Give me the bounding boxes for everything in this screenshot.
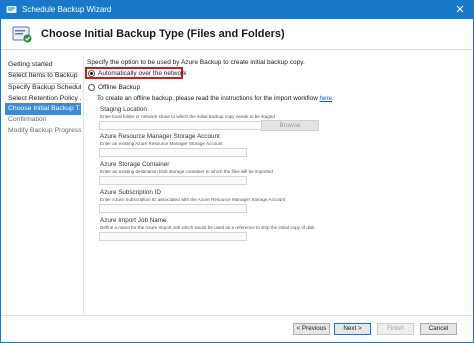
backup-app-icon	[6, 6, 17, 13]
storage-container-label: Azure Storage Container	[100, 161, 170, 168]
wizard-steps-sidebar: Getting started Select Items to Backup S…	[1, 55, 81, 315]
sidebar-border	[83, 55, 84, 315]
close-button[interactable]: ✕	[450, 1, 470, 19]
radio-button[interactable]	[88, 83, 95, 91]
sidebar-item-select-items[interactable]: Select Items to Backup	[5, 70, 81, 82]
browse-button: Browse	[261, 120, 319, 131]
offline-instructions: To create an offline backup, please read…	[97, 95, 334, 102]
radio-button-selected[interactable]	[88, 69, 95, 77]
footer-divider	[1, 315, 473, 316]
import-job-name-input[interactable]	[99, 232, 247, 241]
header-divider	[1, 49, 473, 50]
staging-location-help: Enter local folder or network share to w…	[100, 114, 275, 119]
storage-account-help: Enter an existing Azure Resource Manager…	[100, 141, 223, 146]
wizard-window: Schedule Backup Wizard ✕ Choose Initial …	[0, 0, 474, 343]
import-job-name-label: Azure Import Job Name	[100, 217, 167, 224]
page-title: Choose Initial Backup Type (Files and Fo…	[41, 28, 285, 40]
storage-container-help: Enter an existing destination blob stora…	[100, 169, 273, 174]
subscription-id-label: Azure Subscription ID	[100, 189, 161, 196]
next-button[interactable]: Next >	[334, 323, 371, 335]
storage-account-label: Azure Resource Manager Storage Account	[100, 133, 220, 140]
title-bar: Schedule Backup Wizard ✕	[1, 1, 473, 19]
staging-location-input[interactable]	[99, 121, 274, 130]
import-job-name-help: Define a name for the Azure Import Job w…	[100, 225, 315, 230]
storage-container-input[interactable]	[99, 176, 247, 185]
option-label: Offline Backup	[98, 83, 141, 91]
cancel-button[interactable]: Cancel	[420, 323, 457, 335]
option-automatic-network[interactable]: Automatically over the network	[88, 68, 187, 78]
backup-wizard-icon	[12, 26, 32, 43]
window-title: Schedule Backup Wizard	[22, 5, 112, 14]
main-content: Specify the option to be used by Azure B…	[85, 55, 471, 317]
option-label: Automatically over the network	[98, 69, 187, 77]
subscription-id-help: Enter Azure Subscription ID associated w…	[100, 197, 286, 202]
finish-button: Finish	[377, 323, 414, 335]
previous-button[interactable]: < Previous	[293, 323, 330, 335]
page-header: Choose Initial Backup Type (Files and Fo…	[1, 19, 473, 49]
close-icon: ✕	[455, 4, 465, 16]
intro-text: Specify the option to be used by Azure B…	[87, 59, 305, 66]
storage-account-input[interactable]	[99, 148, 247, 157]
sidebar-item-modify-backup-progress: Modify Backup Progress	[8, 127, 81, 134]
staging-location-label: Staging Location	[100, 106, 147, 113]
instructions-link[interactable]: here	[320, 95, 333, 102]
option-offline-backup[interactable]: Offline Backup	[88, 82, 140, 92]
subscription-id-input[interactable]	[99, 204, 247, 213]
